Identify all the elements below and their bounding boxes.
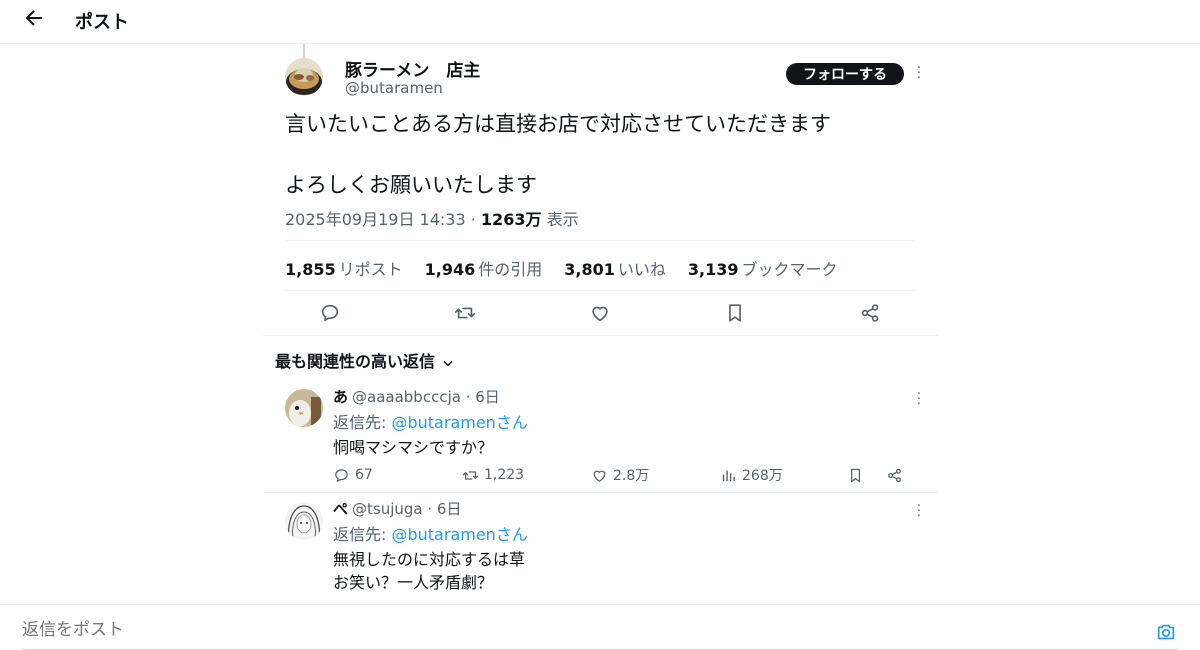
reply-author-name[interactable]: ぺ bbox=[333, 500, 348, 518]
reply-avatar[interactable] bbox=[285, 389, 323, 427]
share-icon[interactable] bbox=[859, 302, 881, 324]
reply-header: ぺ @tsujuga · 6日 bbox=[333, 500, 462, 518]
back-arrow-icon[interactable] bbox=[22, 6, 46, 30]
reply-time[interactable]: 6日 bbox=[475, 388, 500, 406]
bookmark-icon[interactable] bbox=[847, 465, 864, 485]
author-handle[interactable]: @butaramen bbox=[345, 79, 443, 97]
quotes-label: 件の引用 bbox=[478, 260, 543, 279]
views-label: 表示 bbox=[546, 210, 579, 229]
reply-action[interactable]: 67 bbox=[333, 465, 373, 485]
top-bar: ポスト bbox=[0, 0, 1200, 44]
divider bbox=[263, 335, 938, 336]
repost-icon[interactable] bbox=[454, 302, 476, 324]
reply-text: お笑い？一人矛盾劇？ bbox=[333, 573, 494, 592]
likes-count: 3,801 bbox=[564, 260, 615, 279]
divider bbox=[285, 240, 915, 241]
share-icon[interactable] bbox=[886, 465, 903, 485]
reply-count: 67 bbox=[355, 467, 373, 483]
reply-icon[interactable] bbox=[319, 302, 341, 324]
reply-to: 返信先: @butaramenさん bbox=[333, 521, 528, 545]
reply-author-handle[interactable]: @aaaabbcccja bbox=[352, 388, 461, 406]
likes-label: いいね bbox=[617, 260, 666, 279]
divider bbox=[263, 492, 938, 493]
camera-icon[interactable] bbox=[1155, 621, 1177, 643]
bookmarks-label: ブックマーク bbox=[741, 260, 838, 279]
reply-to-prefix: 返信先: bbox=[333, 413, 392, 432]
replies-sort-dropdown[interactable]: 最も関連性の高い返信 bbox=[275, 348, 455, 372]
more-icon[interactable]: · · · bbox=[913, 388, 925, 411]
post-text-line: 言いたいことある方は直接お店で対応させていただきます bbox=[285, 112, 831, 136]
like-icon[interactable] bbox=[589, 302, 611, 324]
reply-composer bbox=[0, 604, 1200, 650]
reply-text: 無視したのに対応するは草 bbox=[333, 550, 526, 569]
like-count: 2.8万 bbox=[613, 468, 650, 484]
views-count: 1263万 bbox=[480, 210, 542, 229]
author-name[interactable]: 豚ラーメン 店主 bbox=[345, 56, 480, 81]
likes-stat[interactable]: 3,801 いいね bbox=[564, 256, 666, 279]
reply-input[interactable] bbox=[22, 620, 1142, 640]
quotes-count: 1,946 bbox=[424, 260, 476, 279]
reposts-label: リポスト bbox=[338, 260, 403, 279]
post-meta: 2025年09月19日 14:33 · 1263万 表示 bbox=[285, 206, 579, 230]
reply-author-handle[interactable]: @tsujuga bbox=[352, 500, 423, 518]
more-icon[interactable]: · · · bbox=[913, 500, 925, 523]
like-action[interactable]: 2.8万 bbox=[591, 465, 649, 485]
bookmarks-stat[interactable]: 3,139 ブックマーク bbox=[687, 256, 838, 279]
post-text-line: よろしくお願いいたします bbox=[285, 173, 537, 197]
author-avatar[interactable] bbox=[285, 58, 323, 96]
views-icon bbox=[722, 470, 735, 481]
bookmark-icon[interactable] bbox=[724, 302, 746, 324]
like-icon bbox=[593, 470, 606, 482]
more-icon[interactable]: · · · bbox=[913, 62, 925, 85]
post-stats: 1,855 リポスト 1,946 件の引用 3,801 いいね 3,139 ブックマーク bbox=[285, 256, 838, 279]
reply-to: 返信先: @butaramenさん bbox=[333, 409, 528, 433]
reply-icon bbox=[335, 468, 348, 482]
reply-avatar[interactable] bbox=[285, 502, 323, 540]
replies-sort-label: 最も関連性の高い返信 bbox=[275, 352, 436, 371]
bookmarks-count: 3,139 bbox=[687, 260, 739, 279]
repost-icon bbox=[462, 470, 479, 480]
reply-to-link[interactable]: @butaramenさん bbox=[391, 413, 527, 432]
repost-action[interactable]: 1,223 bbox=[462, 465, 524, 485]
reply-time[interactable]: 6日 bbox=[437, 500, 462, 518]
divider bbox=[285, 290, 915, 291]
reply-author-name[interactable]: あ bbox=[333, 388, 348, 406]
post-timestamp[interactable]: 2025年09月19日 14:33 bbox=[285, 210, 466, 229]
thread-line bbox=[303, 44, 305, 58]
reply-to-prefix: 返信先: bbox=[333, 525, 392, 544]
follow-button[interactable]: フォローする bbox=[786, 63, 904, 85]
repost-count: 1,223 bbox=[484, 467, 525, 483]
page-title: ポスト bbox=[75, 12, 129, 33]
reposts-count: 1,855 bbox=[285, 260, 336, 279]
reply-header: あ @aaaabbcccja · 6日 bbox=[333, 388, 500, 406]
views-count: 268万 bbox=[742, 468, 783, 484]
chevron-down-icon bbox=[443, 360, 453, 366]
meta-separator: · bbox=[470, 210, 476, 229]
quotes-stat[interactable]: 1,946 件の引用 bbox=[424, 256, 543, 279]
reply-to-link[interactable]: @butaramenさん bbox=[391, 525, 527, 544]
reply-text: 恫喝マシマシですか？ bbox=[333, 438, 494, 457]
views-action[interactable]: 268万 bbox=[720, 465, 783, 485]
reposts-stat[interactable]: 1,855 リポスト bbox=[285, 256, 403, 279]
